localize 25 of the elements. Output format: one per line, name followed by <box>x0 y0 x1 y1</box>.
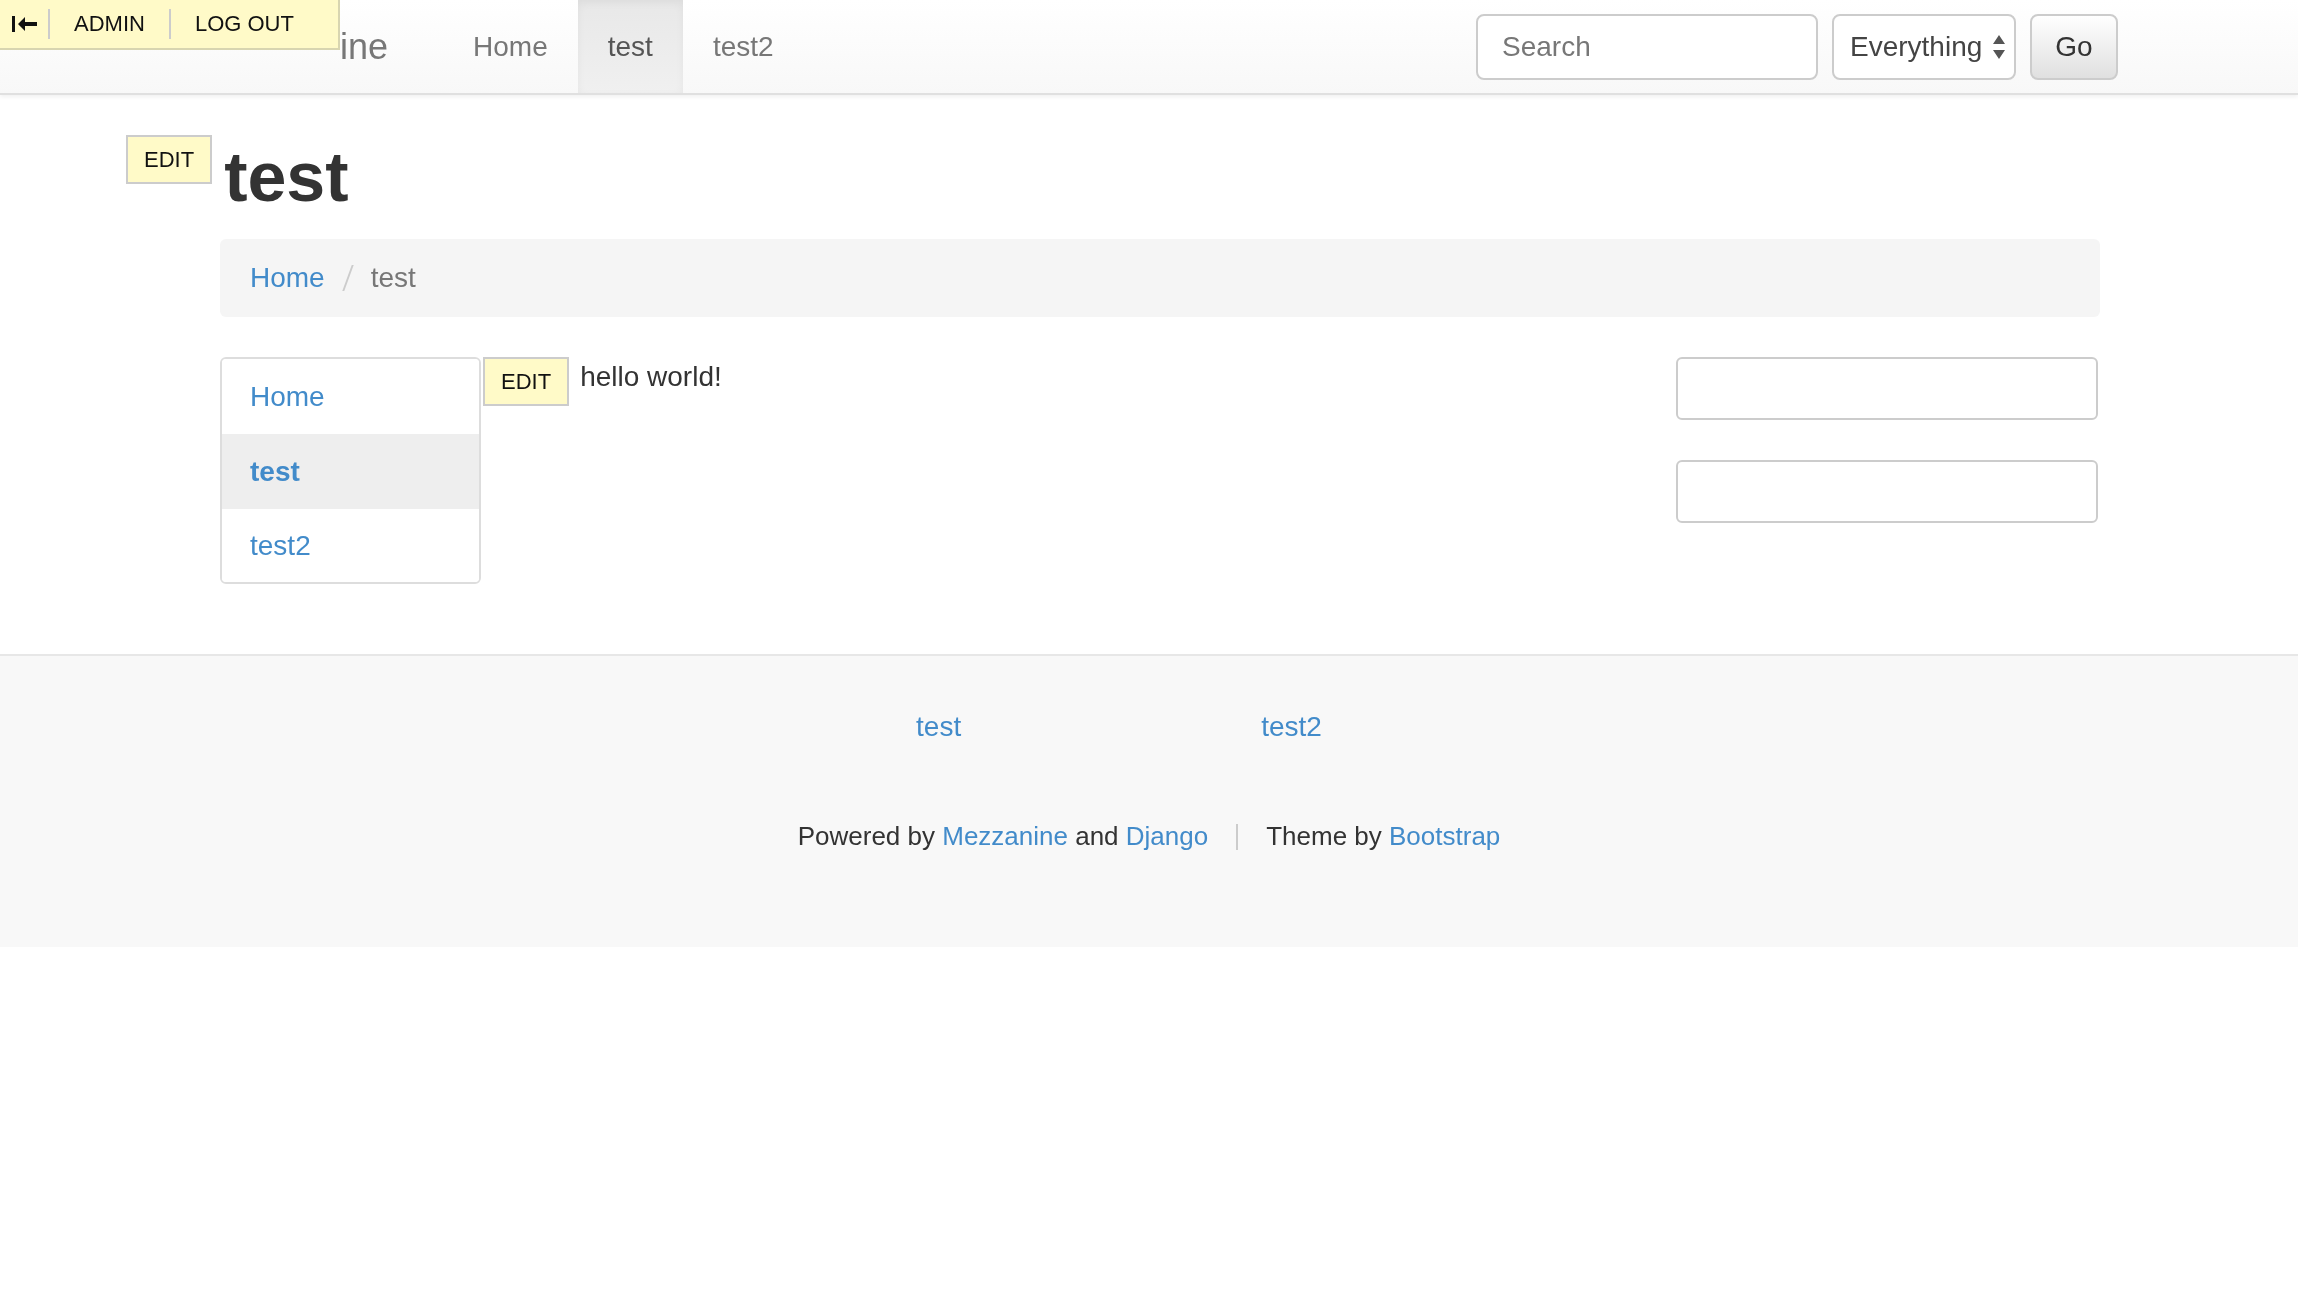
breadcrumb-link[interactable]: Home <box>250 262 325 294</box>
side-menu-item[interactable]: test <box>222 434 479 509</box>
toolbar-link[interactable]: LOG OUT <box>168 9 318 39</box>
site-brand[interactable]: ine <box>340 25 389 68</box>
toolbar-link[interactable]: ADMIN <box>48 9 169 39</box>
credit-link[interactable]: Mezzanine <box>942 821 1068 851</box>
edit-button[interactable]: EDIT <box>483 357 570 406</box>
credit-link[interactable]: Django <box>1125 821 1209 851</box>
content-text: hello world! <box>580 360 722 394</box>
credit-link[interactable]: Bootstrap <box>1389 821 1501 851</box>
credit-text: Theme by Bootstrap <box>1266 821 1501 852</box>
credit-text: Powered by Mezzanine and Django <box>797 821 1209 852</box>
input-field[interactable] <box>1676 460 2098 523</box>
footer-link[interactable]: test2 <box>1261 711 1322 743</box>
breadcrumb-current: test <box>370 262 416 294</box>
page-title: test <box>224 137 349 217</box>
go-button[interactable]: Go <box>2030 13 2118 80</box>
nav-tab[interactable]: test <box>577 0 683 93</box>
nav-tab[interactable]: Home <box>443 0 578 93</box>
footer-link[interactable]: test <box>916 711 962 743</box>
search-field[interactable]: Search <box>1476 13 1818 80</box>
input-field[interactable] <box>1676 357 2098 420</box>
edit-button[interactable]: EDIT <box>126 135 213 184</box>
nav-tab[interactable]: test2 <box>682 0 804 93</box>
scope-select[interactable]: Everything <box>1832 13 2016 80</box>
